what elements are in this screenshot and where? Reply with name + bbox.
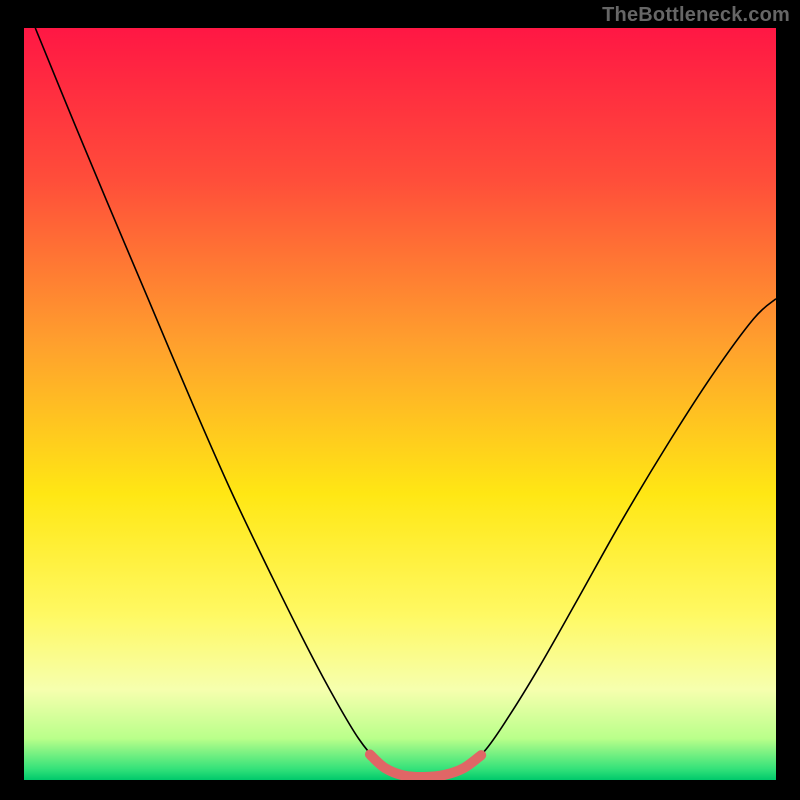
bottleneck-chart <box>24 28 776 780</box>
chart-background <box>24 28 776 780</box>
watermark-text: TheBottleneck.com <box>602 4 790 27</box>
chart-frame: TheBottleneck.com <box>0 0 800 800</box>
